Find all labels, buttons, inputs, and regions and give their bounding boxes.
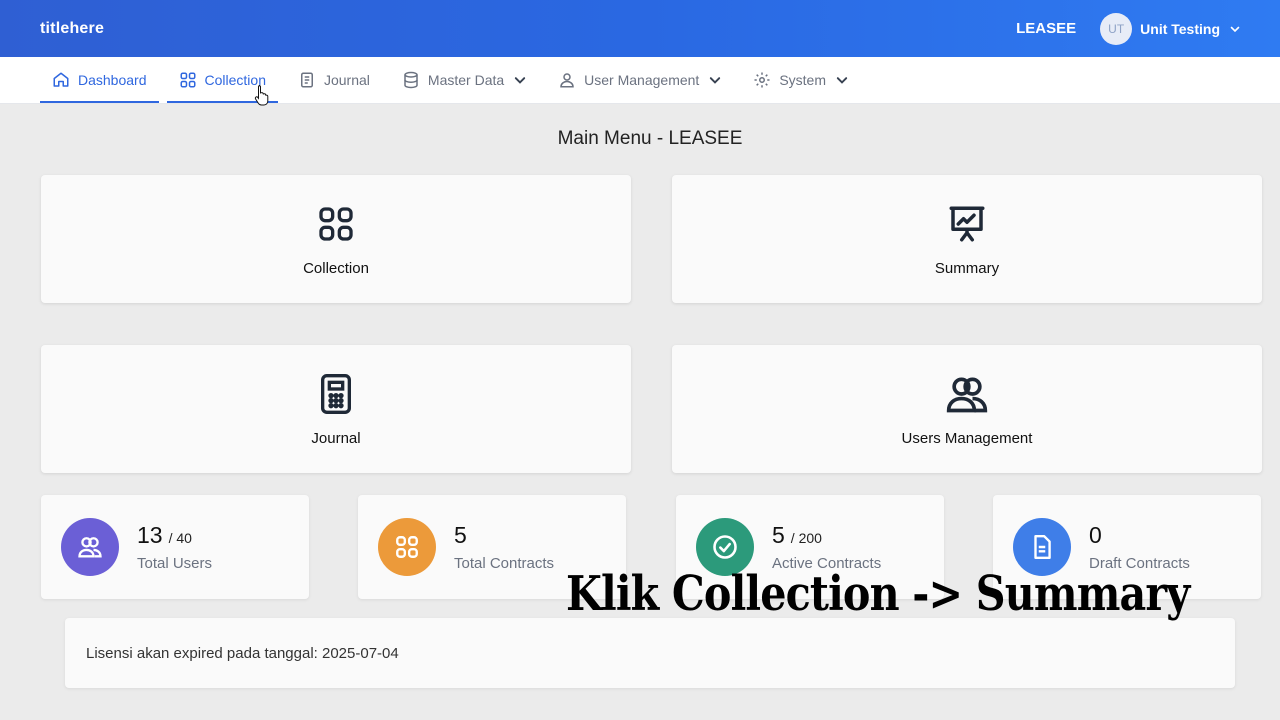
menu-card-collection-icon-wrap xyxy=(316,202,356,246)
hand-pointer-icon xyxy=(254,85,269,106)
nav-master-data-label: Master Data xyxy=(427,72,505,88)
nav-user-management[interactable]: User Management xyxy=(546,57,733,103)
calculator-icon xyxy=(321,373,351,414)
top-header: titlehere LEASEE UT Unit Testing xyxy=(0,0,1280,57)
menu-card-journal[interactable]: Journal xyxy=(41,345,631,473)
user-name[interactable]: Unit Testing xyxy=(1140,21,1220,37)
nav-journal-label: Journal xyxy=(323,72,370,88)
menu-card-label: Journal xyxy=(311,429,361,447)
menu-card-collection[interactable]: Collection xyxy=(41,175,631,303)
stat-text: 5/ 200 Active Contracts xyxy=(772,522,881,572)
menu-card-label: Users Management xyxy=(901,429,1033,447)
nav-dashboard-label: Dashboard xyxy=(78,72,147,88)
chevron-down-icon xyxy=(514,77,526,84)
grid-icon xyxy=(180,72,195,88)
menu-card-label: Summary xyxy=(934,259,1000,277)
stat-value: 5 xyxy=(772,522,785,548)
menu-card-users-icon-wrap xyxy=(945,372,989,416)
page-title: Main Menu - LEASEE xyxy=(557,128,743,149)
license-notice: Lisensi akan expired pada tanggal: 2025-… xyxy=(65,618,1235,688)
chevron-down-icon xyxy=(836,77,848,84)
menu-card-summary[interactable]: Summary xyxy=(672,175,1262,303)
stat-max: / 40 xyxy=(168,530,192,546)
main-nav: Dashboard Collection Journal Master Data… xyxy=(0,57,1280,104)
menu-card-label: Collection xyxy=(303,259,369,277)
grid-icon xyxy=(319,206,353,241)
stat-label: Total Contracts xyxy=(454,555,555,572)
check-circle-icon xyxy=(713,535,737,559)
nav-journal[interactable]: Journal xyxy=(286,57,382,103)
stat-value: 5 xyxy=(454,522,467,548)
nav-master-data[interactable]: Master Data xyxy=(390,57,538,103)
nav-system-label: System xyxy=(779,72,827,88)
document-icon xyxy=(1034,534,1051,560)
header-right: LEASEE UT Unit Testing xyxy=(1016,12,1240,45)
presentation-chart-icon xyxy=(949,206,985,241)
home-icon xyxy=(53,72,69,87)
users-icon xyxy=(946,377,988,412)
database-icon xyxy=(404,71,418,89)
tutorial-caption: Klik Collection -> Summary xyxy=(566,566,1190,622)
users-icon xyxy=(560,73,574,88)
tenant-name: LEASEE xyxy=(1016,20,1077,37)
gear-icon xyxy=(754,72,770,88)
chevron-down-icon xyxy=(710,77,721,84)
menu-card-users-management[interactable]: Users Management xyxy=(672,345,1262,473)
stat-icon-circle xyxy=(61,518,119,576)
menu-card-journal-icon-wrap xyxy=(316,372,356,416)
grid-icon xyxy=(396,536,418,558)
stat-icon-circle xyxy=(378,518,436,576)
stat-text: 0 Draft Contracts xyxy=(1089,522,1190,572)
stat-value: 13 xyxy=(137,522,163,548)
license-text: Lisensi akan expired pada tanggal: 2025-… xyxy=(86,644,399,662)
menu-card-summary-icon-wrap xyxy=(946,202,988,246)
chevron-down-icon[interactable] xyxy=(1230,24,1240,34)
stat-label: Total Users xyxy=(137,555,213,572)
users-icon xyxy=(78,537,102,558)
stat-card-total-users: 13 / 40 Total Users xyxy=(41,495,309,599)
app-brand[interactable]: titlehere xyxy=(40,20,104,38)
stat-value: 0 xyxy=(1089,522,1102,548)
document-icon xyxy=(300,72,313,88)
stat-max: / 200 xyxy=(790,530,822,546)
avatar[interactable]: UT xyxy=(1100,12,1133,45)
stat-text: 5 Total Contracts xyxy=(454,522,554,572)
nav-system[interactable]: System xyxy=(741,57,860,103)
stat-text: 13 / 40 Total Users xyxy=(137,522,212,572)
nav-user-management-label: User Management xyxy=(584,72,700,88)
nav-dashboard[interactable]: Dashboard xyxy=(40,57,159,103)
